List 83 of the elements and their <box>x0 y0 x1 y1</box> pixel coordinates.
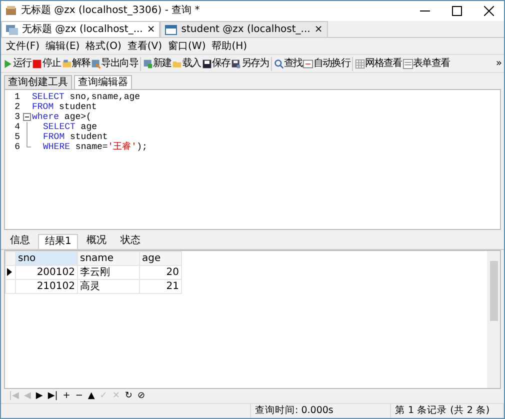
line-number: 6 <box>14 142 21 152</box>
menu-item[interactable]: 查看(V) <box>127 38 162 54</box>
close-icon <box>484 6 494 16</box>
navigation-button[interactable]: ▶ <box>36 392 43 401</box>
form-icon <box>402 58 413 69</box>
explain-icon <box>62 58 72 69</box>
menu-item[interactable]: 格式(O) <box>86 38 122 54</box>
line-number: 1 <box>14 92 21 102</box>
column-header[interactable]: sname <box>78 251 140 266</box>
fold-icon <box>23 112 31 121</box>
code-editor[interactable]: 1 SELECT sno,sname,age 2 FROM student 3 where age>( 4 SELECT age 5 FROM student 6 WHERE sname='王睿'); <box>4 89 501 230</box>
grid-icon <box>355 58 366 69</box>
navigation-button[interactable]: ▶| <box>48 392 58 401</box>
navigation-button[interactable]: − <box>75 392 83 401</box>
menu-item[interactable]: 窗口(W) <box>168 38 206 54</box>
status-text: 第 1 条记录 (共 2 条) <box>391 404 504 418</box>
close-tab-button[interactable]: × <box>146 24 156 34</box>
toolbar-button[interactable]: 解释 <box>62 56 90 72</box>
column-header[interactable]: sno <box>16 251 78 266</box>
line-number: 2 <box>14 102 21 112</box>
scrollbar[interactable] <box>487 250 500 388</box>
table-cell: 200102 <box>16 265 78 280</box>
table-cell: 20 <box>140 265 182 280</box>
document-tab[interactable]: 无标题 @zx (localhost_... × <box>1 20 160 38</box>
tab-label: 无标题 @zx (localhost_... <box>22 22 143 37</box>
export-icon <box>91 58 102 69</box>
toolbar-button[interactable]: 网格查看 <box>355 56 402 72</box>
query-icon <box>6 24 18 34</box>
toolbar-button[interactable]: 载入 <box>172 56 201 72</box>
code-line: WHERE sname='王睿'); <box>42 142 148 152</box>
toolbar-button[interactable]: 保存 <box>202 56 230 72</box>
toolbar-button[interactable]: 新建 <box>143 56 172 72</box>
save-icon <box>202 58 212 69</box>
overflow-button[interactable]: » <box>496 56 502 72</box>
code-line: FROM student <box>32 102 97 112</box>
word-wrap-icon <box>303 58 314 69</box>
toolbar-button[interactable]: 运行 <box>3 56 32 72</box>
document-tab[interactable]: student @zx (localhost_... × <box>160 20 328 38</box>
column-header[interactable]: age <box>140 251 182 266</box>
close-tab-button[interactable]: × <box>314 24 323 34</box>
result-tab[interactable]: 结果1 <box>38 234 78 249</box>
folder-icon <box>172 58 182 69</box>
editor-tab[interactable]: 查询编辑器 <box>74 75 132 90</box>
maximize-icon <box>452 6 462 16</box>
navigation-button[interactable]: ↻ <box>124 392 132 401</box>
menu-item[interactable]: 帮助(H) <box>212 38 248 54</box>
window-title: 无标题 @zx (localhost_3306) - 查询 * <box>21 4 201 18</box>
result-tab[interactable]: 信息 <box>4 234 36 249</box>
code-line: SELECT age <box>42 122 98 132</box>
toolbar-button[interactable]: 另存为 <box>231 56 269 72</box>
stop-icon <box>32 58 42 69</box>
menu-item[interactable]: 编辑(E) <box>46 38 80 54</box>
table-icon <box>165 24 178 34</box>
toolbar-button[interactable]: 查找 <box>274 56 302 72</box>
menu-item[interactable]: 文件(F) <box>6 38 40 54</box>
navigation-button[interactable]: ▲ <box>88 392 95 401</box>
table-cell: 李云刚 <box>78 265 140 280</box>
database-icon <box>5 5 17 16</box>
toolbar-button[interactable]: 表单查看 <box>402 56 450 72</box>
code-line: SELECT sno,sname,age <box>32 92 140 102</box>
editor-tab[interactable]: 查询创建工具 <box>4 75 72 90</box>
row-pointer-icon <box>6 268 12 276</box>
navigation-button[interactable]: ⊘ <box>137 392 145 401</box>
line-number: 3 <box>14 112 21 122</box>
navigation-button[interactable]: + <box>62 392 70 401</box>
toolbar-button[interactable]: 停止 <box>32 56 61 72</box>
save-as-icon <box>231 58 242 69</box>
table-cell: 高灵 <box>78 279 140 294</box>
line-number: 4 <box>14 122 21 132</box>
toolbar-button[interactable]: 自动换行 <box>303 56 350 72</box>
result-tab[interactable]: 概况 <box>80 234 112 249</box>
table-cell: 210102 <box>16 279 78 294</box>
play-icon <box>3 58 13 69</box>
status-text: 查询时间: 0.000s <box>251 404 391 418</box>
code-line: FROM student <box>42 132 108 142</box>
result-tab[interactable]: 状态 <box>114 234 146 249</box>
toolbar-button[interactable]: 导出向导 <box>91 56 138 72</box>
search-icon <box>274 58 284 69</box>
code-line: where age>( <box>32 112 92 122</box>
table-cell: 21 <box>140 279 182 294</box>
tab-label: student @zx (localhost_... <box>181 23 310 37</box>
line-number: 5 <box>14 132 21 142</box>
new-query-icon <box>143 58 154 69</box>
